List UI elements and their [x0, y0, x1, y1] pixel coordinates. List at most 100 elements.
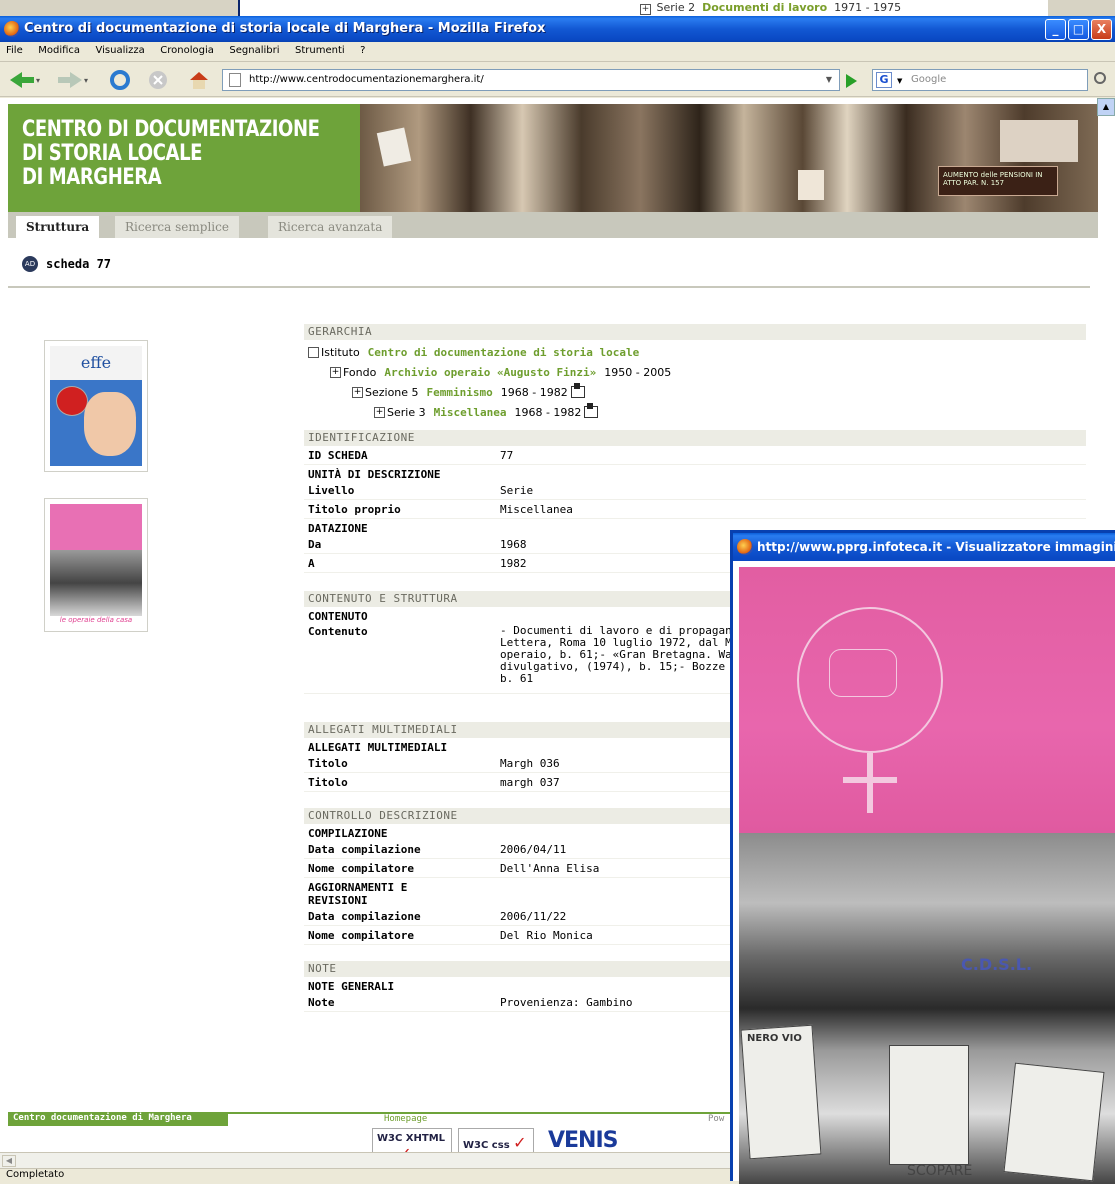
svg-text:▾: ▾: [84, 76, 88, 85]
url-bar[interactable]: http://www.centrodocumentazionemarghera.…: [222, 69, 840, 91]
field-label: Note: [308, 995, 335, 1009]
background-serie-link[interactable]: Documenti di lavoro: [702, 1, 827, 14]
row-id-scheda: ID SCHEDA 77: [304, 446, 1086, 465]
thumbnail-margh-036[interactable]: effe: [44, 340, 148, 472]
venis-logo[interactable]: VENIS: [548, 1128, 618, 1152]
checkbox-icon: [308, 346, 319, 358]
hier-level: Serie 3: [387, 405, 426, 419]
hier-level: Sezione 5: [365, 385, 419, 399]
menu-help[interactable]: ?: [354, 42, 371, 56]
scroll-left-button[interactable]: ◀: [2, 1155, 16, 1167]
hierarchy-istituto: Istituto Centro di documentazione di sto…: [308, 342, 1086, 362]
hier-dates: 1968 - 1982: [514, 405, 582, 419]
pamphlet-cover-image[interactable]: le operaie della casa: [50, 504, 142, 626]
page-title: scheda 77: [46, 257, 112, 271]
w3c-xhtml-badge[interactable]: W3C XHTML 1.0 ✓: [372, 1128, 452, 1152]
protest-sign: [740, 1024, 822, 1160]
tab-bar: Struttura Ricerca semplice Ricerca avanz…: [8, 212, 1098, 238]
menu-cronologia[interactable]: Cronologia: [154, 42, 220, 56]
window-titlebar[interactable]: Centro di documentazione di storia local…: [0, 16, 1115, 42]
horizontal-scrollbar[interactable]: ◀: [0, 1152, 730, 1168]
go-icon[interactable]: [846, 74, 857, 88]
field-label: Titolo: [308, 756, 348, 770]
open-record-icon[interactable]: [570, 383, 585, 398]
search-input[interactable]: G ▼ Google: [872, 69, 1088, 91]
menu-visualizza[interactable]: Visualizza: [90, 42, 151, 56]
cover-title: effe: [50, 346, 142, 380]
maximize-button[interactable]: □: [1068, 19, 1089, 40]
background-window-strip: + Serie 2 Documenti di lavoro 1971 - 197…: [0, 0, 1115, 16]
forward-arrow-icon[interactable]: ▾: [56, 70, 90, 90]
thumbnail-margh-037[interactable]: le operaie della casa: [44, 498, 148, 632]
row-livello: Livello Serie: [304, 481, 1086, 500]
url-text[interactable]: http://www.centrodocumentazionemarghera.…: [249, 74, 484, 85]
w3c-css-badge[interactable]: W3C css ✓: [458, 1128, 534, 1152]
row-titolo-proprio: Titolo proprio Miscellanea: [304, 500, 1086, 519]
search-icon[interactable]: [1094, 72, 1106, 84]
chevron-down-icon[interactable]: ▼: [821, 72, 837, 88]
protest-banner: AUMENTO delle PENSIONI IN ATTO PAR. N. 1…: [938, 166, 1058, 196]
background-serie-dates: 1971 - 1975: [834, 1, 902, 14]
home-icon[interactable]: [188, 70, 210, 90]
popup-titlebar[interactable]: http://www.pprg.infoteca.it - Visualizza…: [733, 533, 1115, 561]
footer-brand: Centro documentazione di Marghera: [8, 1112, 228, 1126]
badge-text: W3C css: [463, 1140, 510, 1151]
hier-dates: 1950 - 2005: [604, 365, 672, 379]
homepage-link[interactable]: Homepage: [384, 1114, 427, 1124]
hierarchy-fondo: + Fondo Archivio operaio «Augusto Finzi»…: [308, 362, 1086, 382]
background-serie-line: + Serie 2 Documenti di lavoro 1971 - 197…: [640, 1, 901, 15]
menu-strumenti[interactable]: Strumenti: [289, 42, 351, 56]
close-button[interactable]: X: [1091, 19, 1112, 40]
reload-icon[interactable]: [110, 70, 130, 90]
hier-dates: 1968 - 1982: [500, 385, 568, 399]
ad-icon: AD: [22, 256, 38, 272]
field-label: ID SCHEDA: [308, 448, 368, 462]
hier-link-sezione[interactable]: Femminismo: [427, 386, 493, 399]
hierarchy-serie: + Serie 3 Miscellanea 1968 - 1982: [308, 402, 1086, 422]
image-viewer-popup[interactable]: http://www.pprg.infoteca.it - Visualizza…: [730, 530, 1115, 1184]
chevron-down-icon[interactable]: ▼: [897, 77, 902, 85]
female-symbol-bar: [843, 777, 897, 783]
expand-icon[interactable]: +: [352, 386, 363, 398]
protest-sign: [376, 127, 412, 167]
popup-image: C.D.S.L. NERO VIO SCOPARE: [739, 567, 1115, 1184]
header-photo-collage: AUMENTO delle PENSIONI IN ATTO PAR. N. 1…: [360, 104, 1098, 212]
menu-file[interactable]: File: [0, 42, 29, 56]
field-label: A: [308, 556, 315, 570]
check-icon: ✓: [398, 1144, 411, 1152]
field-value: Serie: [500, 483, 534, 497]
female-symbol-stem: [867, 753, 873, 813]
scroll-up-button[interactable]: ▲: [1097, 98, 1115, 116]
check-icon: ✓: [513, 1133, 527, 1152]
field-label: Nome compilatore: [308, 928, 414, 942]
hier-link-fondo[interactable]: Archivio operaio «Augusto Finzi»: [384, 366, 596, 379]
back-arrow-icon[interactable]: ▾: [8, 70, 42, 90]
site-header: CENTRO DI DOCUMENTAZIONE DI STORIA LOCAL…: [8, 104, 1098, 212]
cover-caption: le operaie della casa: [50, 616, 142, 626]
site-logo[interactable]: CENTRO DI DOCUMENTAZIONE DI STORIA LOCAL…: [22, 118, 320, 190]
banner-text: AUMENTO delle PENSIONI IN ATTO PAR. N. 1…: [943, 171, 1043, 187]
hier-link-serie[interactable]: Miscellanea: [434, 406, 507, 419]
menu-segnalibri[interactable]: Segnalibri: [223, 42, 285, 56]
field-label: Data compilazione: [308, 909, 421, 923]
window-title: Centro di documentazione di storia local…: [24, 21, 546, 36]
menu-modifica[interactable]: Modifica: [32, 42, 86, 56]
stop-icon[interactable]: [148, 70, 168, 90]
cover-photo: [50, 550, 142, 616]
expand-icon[interactable]: +: [330, 366, 341, 378]
section-header-identificazione: IDENTIFICAZIONE: [304, 430, 1086, 446]
tab-struttura[interactable]: Struttura: [16, 216, 100, 238]
tab-ricerca-avanzata[interactable]: Ricerca avanzata: [268, 216, 393, 238]
tab-ricerca-semplice[interactable]: Ricerca semplice: [115, 216, 239, 238]
navigation-toolbar: ▾ ▾ http://www.centrodocumentazionemargh…: [0, 63, 1115, 97]
subheading-unita: UNITÀ DI DESCRIZIONE: [308, 468, 441, 481]
minimize-button[interactable]: _: [1045, 19, 1066, 40]
current-record-icon[interactable]: [584, 403, 599, 418]
hier-link-istituto[interactable]: Centro di documentazione di storia local…: [368, 346, 640, 359]
google-icon[interactable]: G: [876, 72, 892, 88]
expand-icon[interactable]: +: [374, 406, 385, 418]
magazine-cover-image[interactable]: effe: [50, 346, 142, 466]
expand-icon: +: [640, 4, 651, 15]
protest-sign: [889, 1045, 969, 1165]
header-logo-block[interactable]: CENTRO DI DOCUMENTAZIONE DI STORIA LOCAL…: [8, 104, 360, 212]
